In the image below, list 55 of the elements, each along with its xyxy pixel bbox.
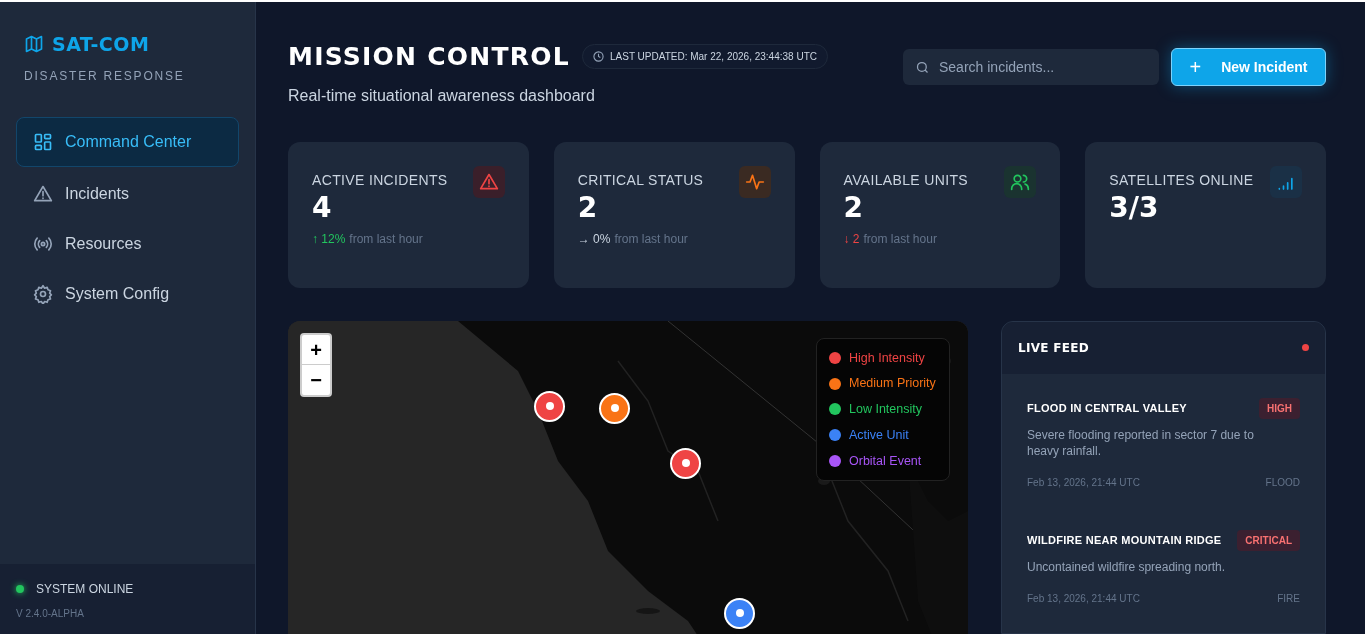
feed-item-category: FLOOD	[1265, 475, 1300, 490]
severity-badge: CRITICAL	[1237, 529, 1300, 551]
feed-item-time: Feb 13, 2026, 21:44 UTC	[1027, 475, 1140, 490]
trend-note: from last hour	[614, 230, 688, 248]
stat-value: 3/3	[1109, 193, 1160, 222]
trend-change: → 0%	[577, 230, 611, 248]
brand-name: SAT-COM	[52, 32, 150, 57]
settings-icon	[33, 283, 53, 304]
legend-label: Low Intensity	[849, 401, 922, 418]
nav-item[interactable]: Resources	[16, 220, 239, 267]
plus-icon: +	[1189, 52, 1202, 82]
trend-change: ↑ 12%	[312, 230, 346, 248]
status-label: SYSTEM ONLINE	[36, 581, 134, 598]
severity-badge: HIGH	[1259, 397, 1300, 419]
legend-label: High Intensity	[849, 349, 925, 367]
feed-title: LIVE FEED	[1018, 339, 1090, 357]
nav-item[interactable]: Incidents	[16, 170, 239, 217]
stat-label: AVAILABLE UNITS	[843, 170, 969, 190]
feed-item[interactable]: WILDFIRE NEAR MOUNTAIN RIDGE CRITICAL Uncontained wildfire spreading north. Feb 13, 2026, 21:44 UTC FIRE	[1027, 529, 1300, 606]
feed-item-text: Severe flooding reported in sector 7 due to heavy rainfall.	[1027, 426, 1255, 459]
zoom-in-button[interactable]: +	[302, 334, 330, 365]
legend-label: Medium Priority	[849, 375, 936, 393]
pulse-icon	[744, 171, 765, 192]
version-label: V 2.4.0-ALPHA	[16, 607, 85, 621]
map-icon	[24, 34, 44, 55]
clock-icon	[593, 51, 604, 63]
legend-label: Orbital Event	[849, 452, 922, 470]
page-title: MISSION CONTROL	[288, 41, 570, 73]
trend-change: ↓ 2	[843, 230, 860, 248]
brand-subtitle: DISASTER RESPONSE	[24, 67, 186, 85]
nav-item[interactable]: System Config	[16, 270, 239, 317]
trend-note: from last hour	[863, 230, 937, 248]
search-icon	[915, 60, 930, 75]
stat-label: SATELLITES ONLINE	[1109, 170, 1254, 190]
trend-note: from last hour	[349, 230, 423, 248]
stat-label: ACTIVE INCIDENTS	[312, 170, 448, 190]
dashboard-icon	[33, 131, 53, 152]
stat-value: 2	[577, 193, 599, 222]
feed-item-category: FIRE	[1277, 591, 1300, 606]
warning-icon	[478, 171, 499, 192]
stat-label: CRITICAL STATUS	[577, 170, 704, 190]
zoom-out-button[interactable]: −	[302, 364, 330, 395]
feed-item[interactable]: FLOOD IN CENTRAL VALLEY HIGH Severe flooding reported in sector 7 due to heavy rainfall. Feb 13, 2026, 21:44 UTC FLOOD	[1027, 397, 1300, 490]
feed-item-time: Feb 13, 2026, 21:44 UTC	[1027, 591, 1140, 606]
feed-item-text: Uncontained wildfire spreading north.	[1027, 558, 1227, 575]
legend-label: Active Unit	[849, 426, 909, 444]
feed-item-title: WILDFIRE NEAR MOUNTAIN RIDGE	[1027, 532, 1222, 548]
feed-item-title: FLOOD IN CENTRAL VALLEY	[1027, 400, 1187, 416]
page-subtitle: Real-time situational awareness dashboard	[288, 85, 596, 106]
stat-value: 4	[312, 193, 333, 222]
last-updated-text: LAST UPDATED: Mar 22, 2026, 23:44:38 UTC	[610, 50, 817, 65]
stat-value: 2	[843, 193, 864, 222]
search-field[interactable]: Search incidents...	[903, 49, 1159, 85]
warning-icon	[33, 183, 53, 204]
nav-item[interactable]: Command Center	[16, 116, 239, 167]
